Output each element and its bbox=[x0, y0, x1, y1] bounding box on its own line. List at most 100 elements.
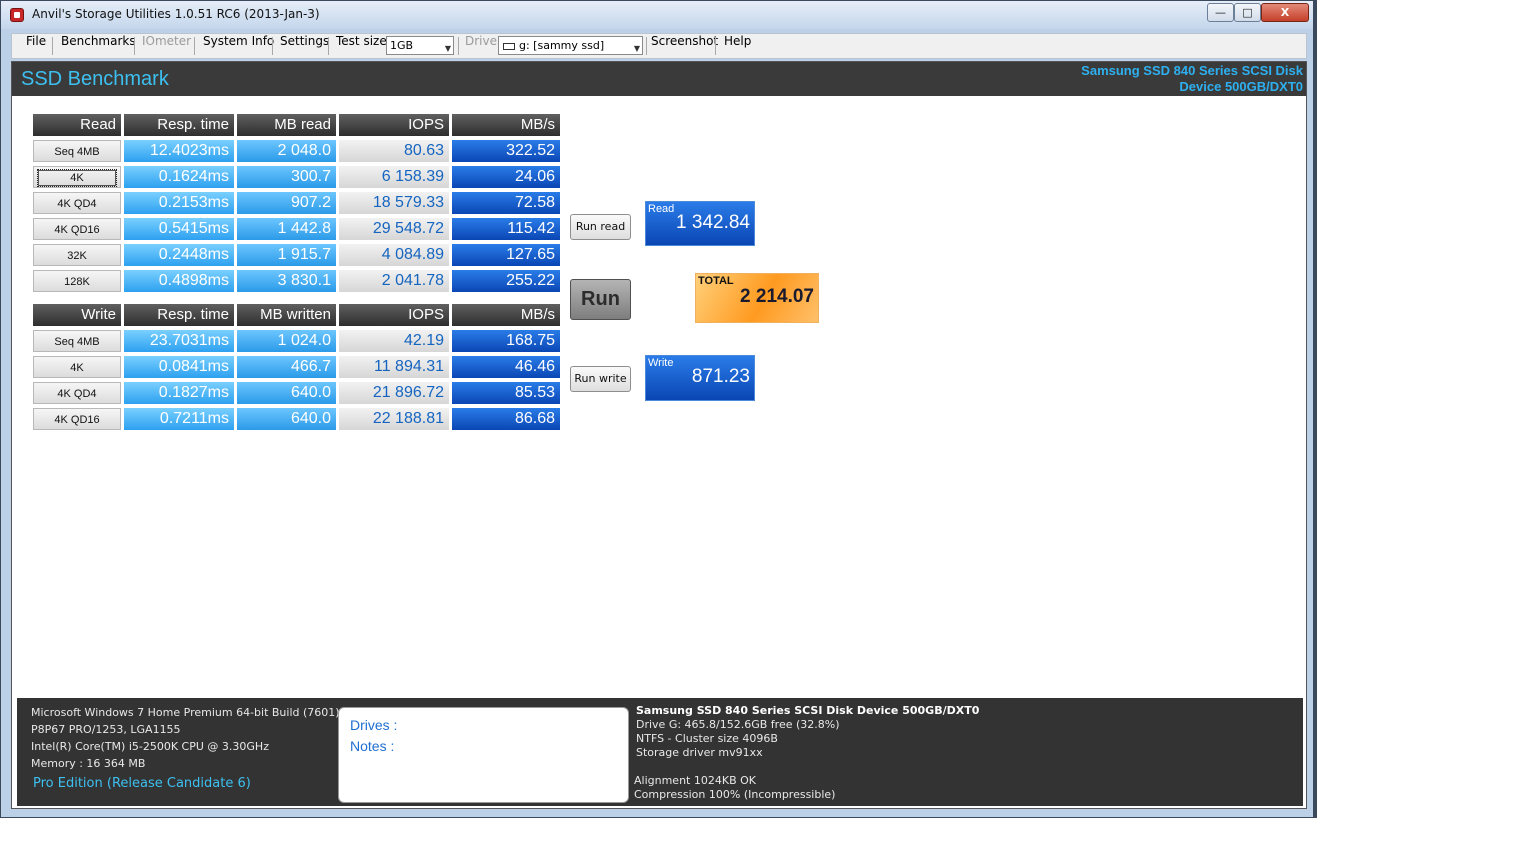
os-info: Microsoft Windows 7 Home Premium 64-bit … bbox=[31, 706, 340, 719]
write-resp-time: 0.1827ms bbox=[124, 382, 234, 404]
read-score-box: Read 1 342.84 bbox=[645, 201, 755, 246]
motherboard-info: P8P67 PRO/1253, LGA1155 bbox=[31, 723, 181, 736]
write-iops: 22 188.81 bbox=[339, 408, 449, 430]
total-score-label: TOTAL bbox=[698, 275, 734, 287]
read-test-button[interactable]: 4K bbox=[33, 166, 121, 188]
read-mbs: 322.52 bbox=[452, 140, 560, 162]
test-size-select[interactable]: 1GB ▼ bbox=[386, 36, 454, 55]
read-test-button[interactable]: Seq 4MB bbox=[33, 140, 121, 162]
storage-driver-info: Storage driver mv91xx bbox=[636, 746, 763, 759]
alignment-info: Alignment 1024KB OK bbox=[634, 774, 756, 787]
anvil-app-icon[interactable] bbox=[10, 8, 24, 22]
menu-settings[interactable]: Settings bbox=[280, 34, 329, 58]
write-mb: 640.0 bbox=[237, 408, 336, 430]
run-button[interactable]: Run bbox=[570, 279, 631, 320]
write-mb: 466.7 bbox=[237, 356, 336, 378]
write-mbs: 85.53 bbox=[452, 382, 560, 404]
write-iops: 11 894.31 bbox=[339, 356, 449, 378]
close-button[interactable]: X bbox=[1261, 3, 1309, 22]
write-score-value: 871.23 bbox=[691, 366, 750, 387]
memory-info: Memory : 16 364 MB bbox=[31, 757, 146, 770]
title-bar[interactable]: Anvil's Storage Utilities 1.0.51 RC6 (20… bbox=[1, 1, 1313, 29]
total-score-value: 2 214.07 bbox=[740, 286, 814, 307]
write-mbs: 86.68 bbox=[452, 408, 560, 430]
read-test-button[interactable]: 4K QD16 bbox=[33, 218, 121, 240]
menu-separator bbox=[646, 37, 647, 55]
menu-separator bbox=[272, 37, 273, 55]
chevron-down-icon: ▼ bbox=[633, 44, 640, 53]
page-title: SSD Benchmark bbox=[21, 68, 169, 90]
drives-note-label: Drives : bbox=[350, 717, 398, 733]
test-size-label: Test size bbox=[336, 34, 387, 48]
write-test-button[interactable]: 4K QD4 bbox=[33, 382, 121, 404]
menu-iometer[interactable]: IOmeter bbox=[142, 34, 191, 58]
write-iops: 21 896.72 bbox=[339, 382, 449, 404]
write-test-button[interactable]: 4K QD16 bbox=[33, 408, 121, 430]
app-window: Anvil's Storage Utilities 1.0.51 RC6 (20… bbox=[0, 0, 1314, 818]
read-mb: 1 442.8 bbox=[237, 218, 336, 240]
test-size-value: 1GB bbox=[390, 39, 414, 52]
write-resp-time: 0.7211ms bbox=[124, 408, 234, 430]
write-score-label: Write bbox=[648, 357, 674, 369]
read-header-label: Read bbox=[33, 114, 121, 136]
drive-select[interactable]: g: [sammy ssd] ▼ bbox=[498, 36, 643, 55]
read-resp-time: 0.2448ms bbox=[124, 244, 234, 266]
write-test-button[interactable]: Seq 4MB bbox=[33, 330, 121, 352]
menu-bar: File Benchmarks IOmeter System Info Sett… bbox=[11, 33, 1307, 59]
write-header-label: Write bbox=[33, 304, 121, 326]
maximize-button[interactable]: □ bbox=[1234, 3, 1261, 22]
read-header-mbs: MB/s bbox=[452, 114, 560, 136]
menu-separator bbox=[458, 37, 459, 55]
menu-separator bbox=[134, 37, 135, 55]
read-mbs: 115.42 bbox=[452, 218, 560, 240]
write-header-mb: MB written bbox=[237, 304, 336, 326]
write-mb: 1 024.0 bbox=[237, 330, 336, 352]
panel-header: SSD Benchmark Samsung SSD 840 Series SCS… bbox=[12, 62, 1306, 96]
menu-file[interactable]: File bbox=[26, 34, 46, 58]
window-title: Anvil's Storage Utilities 1.0.51 RC6 (20… bbox=[32, 7, 320, 21]
notes-box[interactable]: Drives : Notes : bbox=[338, 707, 629, 803]
write-mbs: 168.75 bbox=[452, 330, 560, 352]
read-mbs: 72.58 bbox=[452, 192, 560, 214]
menu-screenshot[interactable]: Screenshot bbox=[651, 34, 718, 58]
filesystem-info: NTFS - Cluster size 4096B bbox=[636, 732, 778, 745]
read-test-button[interactable]: 4K QD4 bbox=[33, 192, 121, 214]
read-mb: 1 915.7 bbox=[237, 244, 336, 266]
read-test-button[interactable]: 32K bbox=[33, 244, 121, 266]
read-resp-time: 0.2153ms bbox=[124, 192, 234, 214]
read-mbs: 127.65 bbox=[452, 244, 560, 266]
read-iops: 18 579.33 bbox=[339, 192, 449, 214]
compression-info: Compression 100% (Incompressible) bbox=[634, 788, 836, 801]
read-header-mb: MB read bbox=[237, 114, 336, 136]
read-iops: 2 041.78 bbox=[339, 270, 449, 292]
edition-label: Pro Edition (Release Candidate 6) bbox=[33, 776, 251, 791]
notes-label: Notes : bbox=[350, 738, 395, 754]
read-resp-time: 0.1624ms bbox=[124, 166, 234, 188]
read-mb: 300.7 bbox=[237, 166, 336, 188]
read-iops: 80.63 bbox=[339, 140, 449, 162]
run-read-button[interactable]: Run read bbox=[570, 214, 631, 240]
read-test-button[interactable]: 128K bbox=[33, 270, 121, 292]
drive-model-line1: Samsung SSD 840 Series SCSI Disk bbox=[1081, 63, 1303, 78]
cpu-info: Intel(R) Core(TM) i5-2500K CPU @ 3.30GHz bbox=[31, 740, 269, 753]
write-test-button[interactable]: 4K bbox=[33, 356, 121, 378]
read-header-resp: Resp. time bbox=[124, 114, 234, 136]
write-mb: 640.0 bbox=[237, 382, 336, 404]
read-iops: 29 548.72 bbox=[339, 218, 449, 240]
write-header-resp: Resp. time bbox=[124, 304, 234, 326]
menu-benchmarks[interactable]: Benchmarks bbox=[61, 34, 136, 58]
drive-value: g: [sammy ssd] bbox=[519, 39, 605, 52]
write-header-mbs: MB/s bbox=[452, 304, 560, 326]
menu-help[interactable]: Help bbox=[724, 34, 751, 58]
drive-model-info: Samsung SSD 840 Series SCSI Disk Device … bbox=[636, 704, 980, 717]
menu-system-info[interactable]: System Info bbox=[203, 34, 274, 58]
read-iops: 4 084.89 bbox=[339, 244, 449, 266]
run-write-button[interactable]: Run write bbox=[570, 366, 631, 392]
read-test-label: 4K bbox=[37, 169, 117, 187]
benchmark-panel: SSD Benchmark Samsung SSD 840 Series SCS… bbox=[11, 61, 1307, 809]
write-score-box: Write 871.23 bbox=[645, 355, 755, 401]
menu-separator bbox=[52, 37, 53, 55]
minimize-button[interactable]: — bbox=[1207, 3, 1234, 22]
read-mb: 3 830.1 bbox=[237, 270, 336, 292]
total-score-box: TOTAL 2 214.07 bbox=[695, 273, 819, 323]
